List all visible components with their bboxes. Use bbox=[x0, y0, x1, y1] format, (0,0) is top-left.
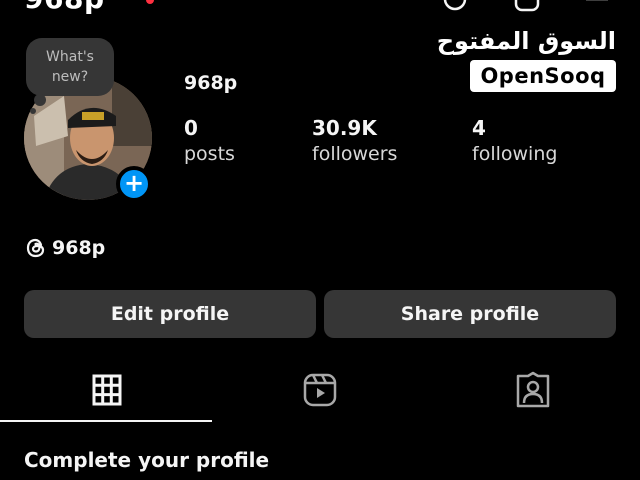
note-bubble-tail-small bbox=[30, 108, 36, 114]
posts-count: 0 bbox=[184, 116, 198, 140]
menu-icon[interactable] bbox=[584, 0, 610, 12]
username-title[interactable]: 968p bbox=[24, 0, 105, 15]
tagged-icon[interactable] bbox=[513, 370, 553, 410]
edit-profile-button[interactable]: Edit profile bbox=[24, 290, 316, 338]
followers-count: 30.9K bbox=[312, 116, 377, 140]
threads-handle: 968p bbox=[52, 237, 106, 259]
note-bubble-tail bbox=[34, 94, 46, 106]
note-bubble[interactable]: What's new? bbox=[26, 38, 114, 96]
following-stat[interactable]: 4 following bbox=[472, 116, 557, 168]
complete-profile-heading: Complete your profile bbox=[24, 448, 270, 472]
plus-icon: + bbox=[123, 169, 145, 197]
profile-screen: 968p السوق المفتوح OpenSooq + What's new… bbox=[0, 0, 640, 480]
reels-icon[interactable] bbox=[300, 370, 340, 410]
opensooq-watermark: السوق المفتوح OpenSooq bbox=[436, 26, 616, 92]
threads-icon[interactable] bbox=[442, 0, 468, 12]
notification-dot bbox=[146, 0, 154, 4]
grid-icon[interactable] bbox=[87, 370, 127, 410]
add-story-button[interactable]: + bbox=[116, 166, 152, 202]
watermark-arabic-text: السوق المفتوح bbox=[436, 27, 616, 55]
selected-tab-indicator bbox=[0, 420, 212, 422]
posts-label: posts bbox=[184, 143, 235, 165]
share-profile-button[interactable]: Share profile bbox=[324, 290, 616, 338]
posts-stat[interactable]: 0 posts bbox=[184, 116, 235, 168]
note-placeholder: What's new? bbox=[46, 49, 94, 85]
followers-label: followers bbox=[312, 143, 398, 165]
add-post-icon[interactable] bbox=[514, 0, 540, 12]
followers-stat[interactable]: 30.9K followers bbox=[312, 116, 397, 168]
display-name: 968p bbox=[184, 72, 238, 94]
following-count: 4 bbox=[472, 116, 486, 140]
watermark-brand: OpenSooq bbox=[470, 60, 616, 92]
threads-logo-icon bbox=[26, 238, 45, 258]
following-label: following bbox=[472, 143, 558, 165]
threads-profile-link[interactable]: 968p bbox=[24, 234, 105, 262]
